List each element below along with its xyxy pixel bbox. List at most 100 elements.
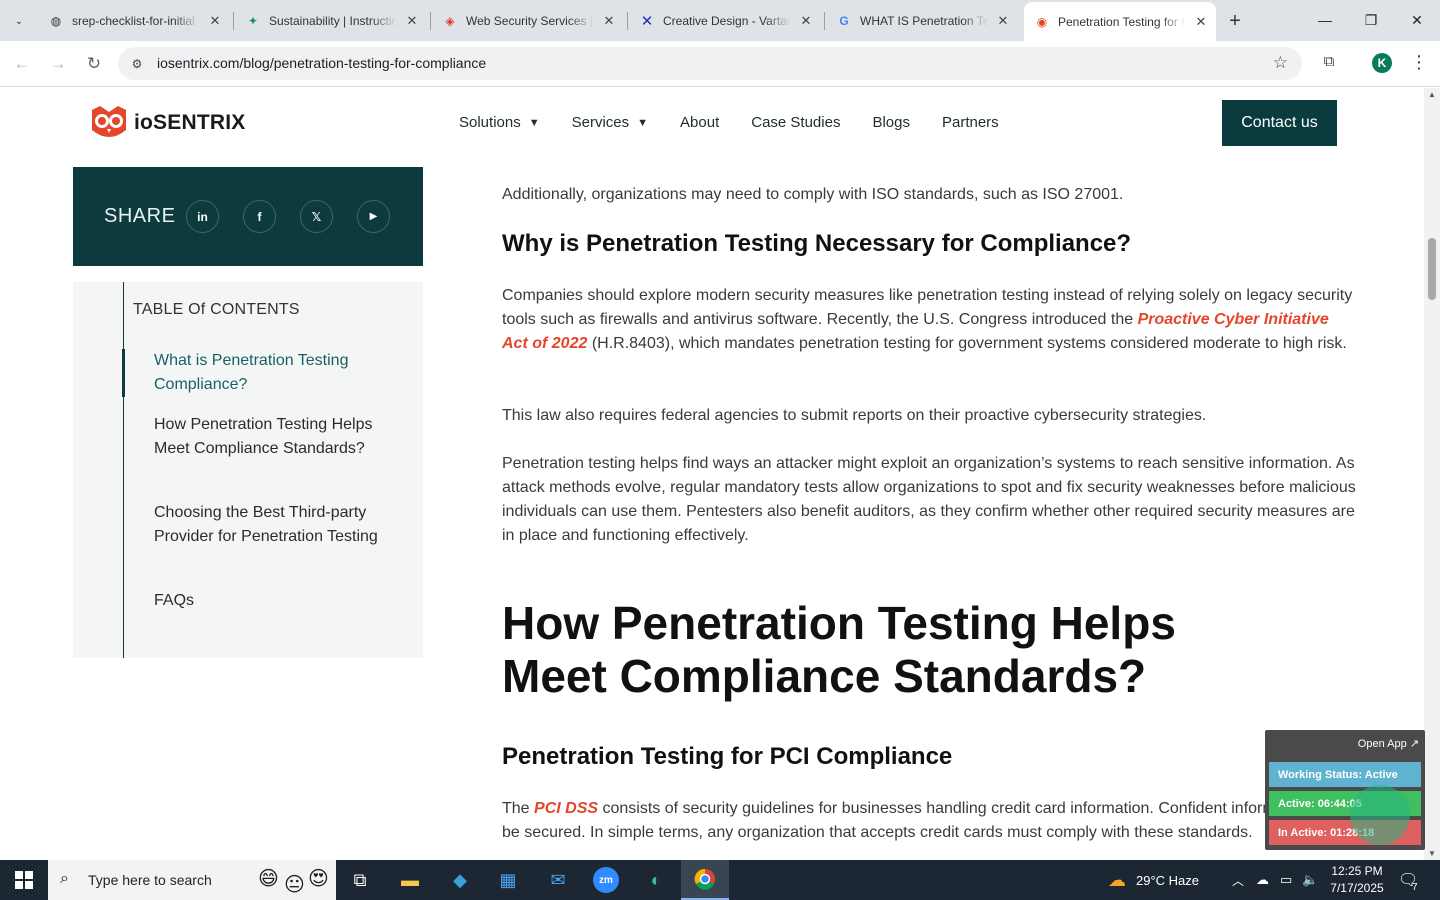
browser-toolbar: ← → ↻ ⚙ iosentrix.com/blog/penetration-t… bbox=[0, 41, 1440, 87]
network-icon[interactable]: ▭ bbox=[1280, 860, 1292, 900]
chevron-down-icon: ▼ bbox=[528, 116, 540, 129]
google-icon: G bbox=[839, 13, 849, 28]
article-paragraph: Companies should explore modern security… bbox=[502, 284, 1357, 356]
owl-logo-icon bbox=[88, 104, 130, 142]
weather-widget[interactable]: ☁ 29°C Haze bbox=[1108, 860, 1199, 900]
main-nav: Solutions ▼ Services ▼ About Case Studie… bbox=[459, 114, 1031, 131]
volume-icon[interactable]: 🔈 bbox=[1302, 860, 1318, 900]
web-page: ioSENTRIX Solutions ▼ Services ▼ About C… bbox=[0, 88, 1424, 860]
x-icon[interactable]: 𝕏 bbox=[300, 200, 333, 233]
nav-item-partners[interactable]: Partners bbox=[942, 114, 999, 131]
mail-icon[interactable]: ✉ bbox=[534, 860, 582, 900]
tab-search-button[interactable]: ⌄ bbox=[6, 8, 32, 34]
browser-tab-active[interactable]: ◉ Penetration Testing for C ✕ bbox=[1024, 2, 1216, 41]
page-scrollbar[interactable]: ▲ ▼ bbox=[1424, 88, 1440, 860]
edge-icon[interactable]: ◐ bbox=[632, 860, 680, 900]
nav-item-blogs[interactable]: Blogs bbox=[872, 114, 910, 131]
restore-button[interactable]: ❐ bbox=[1348, 0, 1394, 40]
nav-label: Case Studies bbox=[751, 114, 841, 131]
tab-title: Creative Design - Vartan bbox=[663, 13, 791, 28]
new-tab-button[interactable]: + bbox=[1224, 10, 1246, 32]
close-icon[interactable]: ✕ bbox=[600, 12, 618, 30]
browser-tab[interactable]: ✕ Creative Design - Vartan ✕ bbox=[639, 0, 815, 41]
back-arrow-icon[interactable]: ← bbox=[8, 50, 36, 78]
forward-arrow-icon[interactable]: → bbox=[44, 50, 72, 78]
table-of-contents: TABLE Of CONTENTS What is Penetration Te… bbox=[73, 282, 423, 658]
file-explorer-icon[interactable]: ▬ bbox=[386, 860, 434, 900]
chevron-down-icon: ▼ bbox=[637, 116, 649, 129]
nav-item-solutions[interactable]: Solutions ▼ bbox=[459, 114, 540, 131]
browser-tab[interactable]: ◍ srep-checklist-for-initial ✕ bbox=[48, 0, 224, 41]
tab-title: WHAT IS Penetration Te bbox=[860, 13, 988, 28]
toc-item[interactable]: How Penetration Testing Helps Meet Compl… bbox=[154, 413, 384, 461]
chrome-icon[interactable] bbox=[681, 860, 729, 900]
logo-text: ioSENTRIX bbox=[134, 111, 246, 134]
pci-dss-link[interactable]: PCI DSS bbox=[534, 800, 598, 817]
menu-kebab-icon[interactable]: ⋮ bbox=[1410, 52, 1428, 73]
app-diamond-icon[interactable]: ◆ bbox=[436, 860, 484, 900]
toc-item[interactable]: FAQs bbox=[154, 589, 384, 613]
nav-label: Services bbox=[571, 114, 630, 131]
linkedin-icon[interactable]: in bbox=[186, 200, 219, 233]
close-icon[interactable]: ✕ bbox=[403, 12, 421, 30]
nav-item-about[interactable]: About bbox=[680, 114, 719, 131]
weather-icon: ☁ bbox=[1108, 869, 1126, 890]
paragraph-text: consists of security guidelines for busi… bbox=[502, 800, 1350, 841]
task-view-icon[interactable]: ⧉ bbox=[336, 860, 384, 900]
scroll-thumb[interactable] bbox=[1428, 238, 1436, 300]
reload-icon[interactable]: ↻ bbox=[80, 50, 108, 78]
sparkle-icon: ✦ bbox=[247, 13, 259, 28]
close-icon[interactable]: ✕ bbox=[994, 12, 1012, 30]
close-icon[interactable]: ✕ bbox=[797, 12, 815, 30]
facebook-icon[interactable]: f bbox=[243, 200, 276, 233]
windows-start-icon[interactable] bbox=[0, 860, 48, 900]
open-app-link[interactable]: Open App ↗ bbox=[1358, 737, 1419, 750]
profile-avatar[interactable]: K bbox=[1372, 53, 1392, 73]
scroll-down-icon[interactable]: ▼ bbox=[1428, 849, 1436, 858]
windows-taskbar: ⌕ Type here to search 😄 😐 😍 ⧉ ▬ ◆ ▦ ✉ zm… bbox=[0, 860, 1440, 900]
tab-separator bbox=[430, 12, 431, 30]
scroll-up-icon[interactable]: ▲ bbox=[1428, 90, 1436, 99]
article-paragraph: The PCI DSS consists of security guideli… bbox=[502, 797, 1357, 845]
bookmark-star-icon[interactable]: ☆ bbox=[1273, 53, 1288, 73]
browser-tab[interactable]: ✦ Sustainability | Instructio ✕ bbox=[245, 0, 421, 41]
contact-us-button[interactable]: Contact us bbox=[1222, 100, 1337, 146]
taskbar-search[interactable]: ⌕ Type here to search 😄 😐 😍 bbox=[48, 860, 336, 900]
nav-label: Blogs bbox=[872, 114, 910, 131]
owl-icon: ◉ bbox=[1036, 14, 1048, 29]
store-icon[interactable]: ▦ bbox=[484, 860, 532, 900]
zoom-badge: zm bbox=[593, 867, 619, 893]
toc-item[interactable]: What is Penetration Testing Compliance? bbox=[154, 349, 384, 397]
cloud-icon[interactable]: ☁ bbox=[1256, 860, 1269, 900]
close-icon[interactable]: ✕ bbox=[1192, 13, 1210, 31]
address-bar[interactable]: ⚙ iosentrix.com/blog/penetration-testing… bbox=[118, 47, 1302, 80]
paragraph-text: The bbox=[502, 800, 535, 817]
minimize-button[interactable]: — bbox=[1302, 0, 1348, 40]
youtube-icon[interactable]: ▶ bbox=[357, 200, 390, 233]
notification-icon[interactable]: 🗨 bbox=[1398, 860, 1418, 900]
nav-item-case-studies[interactable]: Case Studies bbox=[751, 114, 840, 131]
search-placeholder: Type here to search bbox=[88, 872, 212, 888]
browser-tab[interactable]: ◈ Web Security Services | ✕ bbox=[442, 0, 618, 41]
section-heading: Why is Penetration Testing Necessary for… bbox=[502, 230, 1132, 257]
subsection-heading: Penetration Testing for PCI Compliance bbox=[502, 743, 953, 770]
toc-active-indicator bbox=[122, 349, 125, 397]
toc-item[interactable]: Choosing the Best Third-party Provider f… bbox=[154, 501, 384, 549]
tray-overflow-icon[interactable]: ︿ bbox=[1232, 860, 1244, 900]
nav-label: Partners bbox=[941, 114, 999, 131]
zoom-icon[interactable]: zm bbox=[582, 860, 630, 900]
url-text[interactable]: iosentrix.com/blog/penetration-testing-f… bbox=[157, 55, 486, 71]
search-icon: ⌕ bbox=[60, 870, 69, 887]
share-panel: SHARE in f 𝕏 ▶ bbox=[73, 167, 423, 266]
nav-item-services[interactable]: Services ▼ bbox=[572, 114, 648, 131]
site-logo[interactable]: ioSENTRIX bbox=[88, 104, 245, 142]
emoji-icon: 😄 bbox=[258, 868, 279, 890]
site-settings-icon[interactable]: ⚙ bbox=[128, 55, 146, 73]
system-clock[interactable]: 12:25 PM 7/17/2025 bbox=[1322, 863, 1392, 897]
close-icon[interactable]: ✕ bbox=[206, 12, 224, 30]
extensions-icon[interactable]: ⧉ bbox=[1318, 50, 1340, 72]
browser-tab[interactable]: G WHAT IS Penetration Te ✕ bbox=[836, 0, 1012, 41]
chat-bubble-icon[interactable] bbox=[1350, 785, 1410, 845]
window-close-button[interactable]: ✕ bbox=[1394, 0, 1440, 40]
tab-strip: ⌄ ◍ srep-checklist-for-initial ✕ ✦ Susta… bbox=[0, 0, 1440, 41]
